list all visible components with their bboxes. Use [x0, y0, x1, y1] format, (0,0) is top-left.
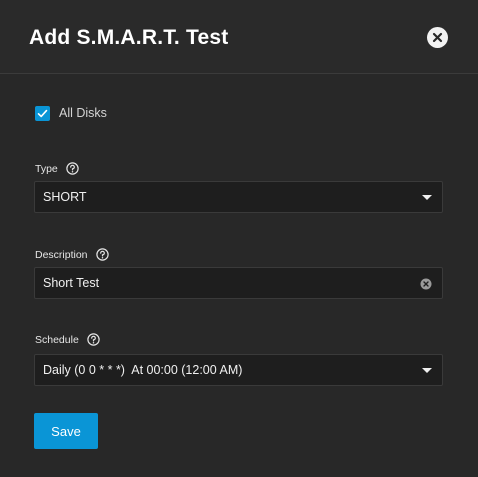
chevron-down-icon: [422, 368, 432, 373]
clear-icon[interactable]: [420, 277, 432, 290]
all-disks-checkbox[interactable]: [35, 105, 50, 121]
dialog-title: Add S.M.A.R.T. Test: [29, 26, 229, 49]
schedule-select[interactable]: Daily (0 0 * * *) At 00:00 (12:00 AM): [34, 354, 443, 386]
close-button[interactable]: [427, 27, 448, 48]
description-value[interactable]: Short Test: [43, 276, 99, 290]
type-label-row: Type: [35, 162, 79, 175]
schedule-value: Daily (0 0 * * *) At 00:00 (12:00 AM): [43, 363, 243, 377]
description-label-row: Description: [35, 248, 109, 261]
type-label: Type: [35, 162, 58, 175]
close-icon: [432, 32, 443, 43]
checkmark-icon: [37, 109, 48, 117]
all-disks-label: All Disks: [59, 106, 107, 120]
help-icon[interactable]: [66, 162, 79, 175]
chevron-down-icon: [422, 195, 432, 200]
dialog-header: Add S.M.A.R.T. Test: [0, 0, 478, 74]
description-input[interactable]: Short Test: [34, 267, 443, 299]
save-button[interactable]: Save: [34, 413, 98, 449]
help-icon[interactable]: [87, 333, 100, 346]
schedule-label-row: Schedule: [35, 333, 100, 346]
type-value: SHORT: [43, 190, 87, 204]
description-label: Description: [35, 248, 88, 261]
type-select[interactable]: SHORT: [34, 181, 443, 213]
schedule-label: Schedule: [35, 333, 79, 346]
all-disks-row[interactable]: All Disks: [35, 105, 107, 121]
help-icon[interactable]: [95, 248, 109, 261]
